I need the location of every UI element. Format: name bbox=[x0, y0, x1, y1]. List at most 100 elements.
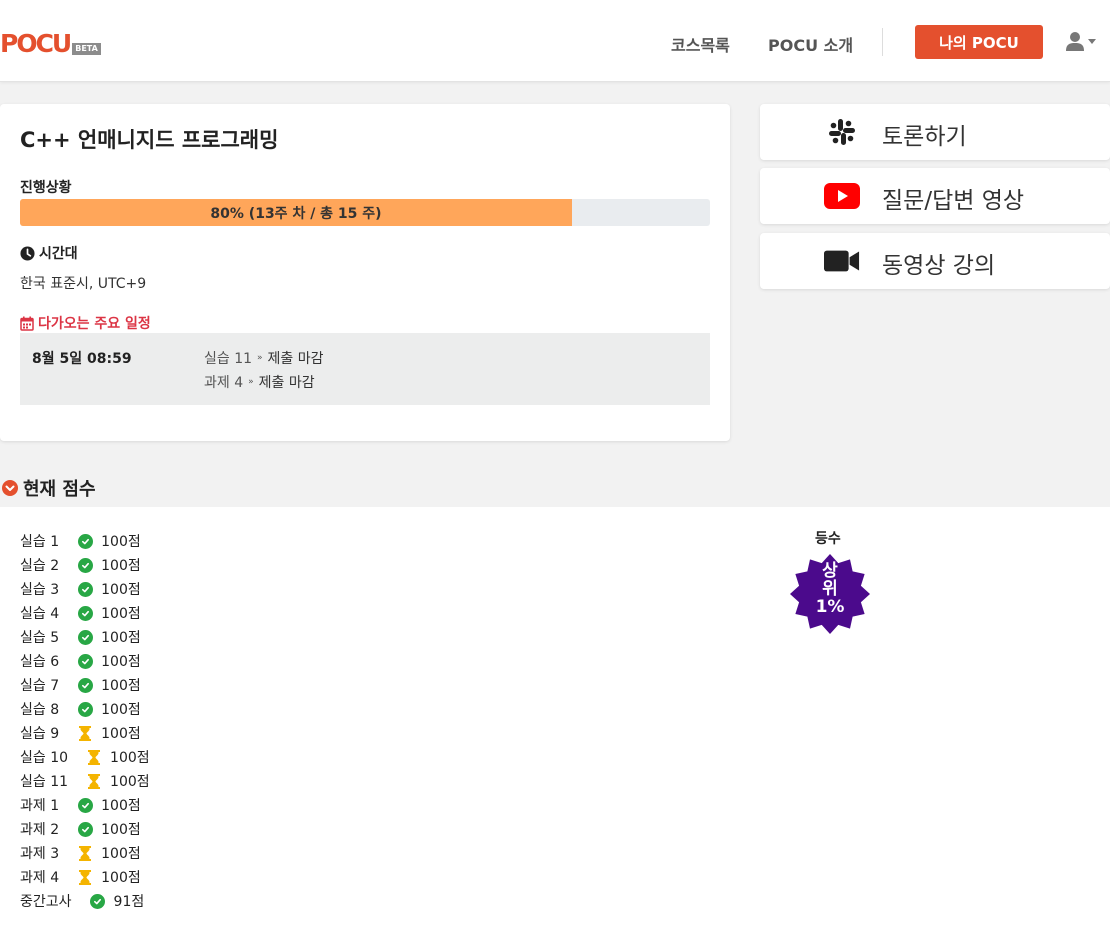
score-row: 중간고사 91점 bbox=[20, 889, 150, 913]
chevron-circle-down-icon bbox=[2, 480, 18, 496]
course-title: C++ 언매니지드 프로그래밍 bbox=[20, 128, 279, 152]
score-value: 100점 bbox=[101, 654, 141, 670]
check-circle-icon bbox=[77, 821, 93, 837]
rank-badge-text: 상 위 1% bbox=[789, 562, 871, 616]
score-item-name: 실습 11 bbox=[20, 774, 69, 790]
check-circle-icon bbox=[77, 533, 93, 549]
score-panel: 실습 1 100점 실습 2 100점 실습 3 100점 실습 4 100점 실습 5 100점… bbox=[0, 507, 1110, 931]
score-row: 실습 1 100점 bbox=[20, 529, 150, 553]
score-row: 실습 9 100점 bbox=[20, 721, 150, 745]
score-value: 100점 bbox=[101, 534, 141, 550]
user-icon bbox=[1066, 32, 1084, 51]
schedule-item-status: 제출 마감 bbox=[267, 351, 324, 367]
score-value: 100점 bbox=[101, 606, 141, 622]
youtube-icon bbox=[824, 180, 860, 212]
score-row: 실습 11 100점 bbox=[20, 769, 150, 793]
nav-about-pocu[interactable]: POCU 소개 bbox=[768, 32, 853, 56]
hourglass-icon bbox=[77, 725, 93, 741]
score-item-name: 실습 8 bbox=[20, 702, 60, 718]
score-section-toggle[interactable]: 현재 점수 bbox=[2, 475, 96, 501]
hourglass-icon bbox=[86, 773, 102, 789]
upcoming-label: 다가오는 주요 일정 bbox=[38, 316, 151, 332]
nav-course-list[interactable]: 코스목록 bbox=[671, 32, 730, 56]
schedule-item-status: 제출 마감 bbox=[258, 375, 315, 391]
score-item-name: 과제 4 bbox=[20, 870, 60, 886]
score-value: 100점 bbox=[101, 702, 141, 718]
hourglass-icon bbox=[77, 845, 93, 861]
score-item-name: 실습 6 bbox=[20, 654, 60, 670]
score-row: 과제 4 100점 bbox=[20, 865, 150, 889]
score-item-name: 실습 5 bbox=[20, 630, 60, 646]
score-value: 100점 bbox=[101, 726, 141, 742]
check-circle-icon bbox=[90, 893, 106, 909]
check-circle-icon bbox=[77, 605, 93, 621]
rank-label: 등수 bbox=[815, 531, 841, 547]
rank-badge-line: 상 bbox=[822, 561, 838, 581]
check-circle-icon bbox=[77, 797, 93, 813]
clock-icon bbox=[20, 245, 35, 261]
schedule-box: 8월 5일 08:59 실습 11 » 제출 마감 과제 4 » 제출 마감 bbox=[20, 333, 710, 405]
score-item-name: 실습 1 bbox=[20, 534, 60, 550]
schedule-item[interactable]: 실습 11 » 제출 마감 bbox=[204, 348, 324, 368]
score-list: 실습 1 100점 실습 2 100점 실습 3 100점 실습 4 100점 실습 5 100점… bbox=[20, 529, 150, 913]
double-chevron-down-icon: » bbox=[257, 353, 263, 363]
score-row: 실습 10 100점 bbox=[20, 745, 150, 769]
rank-badge-line: 1% bbox=[815, 597, 845, 617]
schedule-date: 8월 5일 08:59 bbox=[32, 351, 132, 367]
score-value: 100점 bbox=[101, 630, 141, 646]
timezone-value: 한국 표준시, UTC+9 bbox=[20, 276, 147, 292]
check-circle-icon bbox=[77, 557, 93, 573]
score-value: 100점 bbox=[101, 870, 141, 886]
score-row: 실습 2 100점 bbox=[20, 553, 150, 577]
timezone-heading: 시간대 bbox=[20, 243, 78, 263]
score-item-name: 실습 7 bbox=[20, 678, 60, 694]
pocu-logo[interactable]: POCU BETA bbox=[0, 27, 101, 57]
progress-bar-fill: 80% (13주 차 / 총 15 주) bbox=[20, 199, 572, 226]
check-circle-icon bbox=[77, 701, 93, 717]
top-navbar: POCU BETA 코스목록 POCU 소개 나의 POCU bbox=[0, 0, 1110, 82]
logo-text: POCU bbox=[0, 29, 72, 58]
score-row: 실습 8 100점 bbox=[20, 697, 150, 721]
score-row: 과제 3 100점 bbox=[20, 841, 150, 865]
score-item-name: 실습 2 bbox=[20, 558, 60, 574]
score-item-name: 실습 4 bbox=[20, 606, 60, 622]
video-lecture-button[interactable]: 동영상 강의 bbox=[760, 233, 1110, 289]
score-row: 실습 5 100점 bbox=[20, 625, 150, 649]
video-camera-icon bbox=[824, 245, 860, 277]
upcoming-heading: 다가오는 주요 일정 bbox=[20, 313, 151, 333]
score-section-title: 현재 점수 bbox=[23, 479, 96, 500]
score-row: 실습 6 100점 bbox=[20, 649, 150, 673]
score-item-name: 중간고사 bbox=[20, 894, 72, 910]
check-circle-icon bbox=[77, 581, 93, 597]
check-circle-icon bbox=[77, 677, 93, 693]
score-value: 100점 bbox=[101, 822, 141, 838]
score-item-name: 과제 1 bbox=[20, 798, 60, 814]
schedule-item-name: 실습 11 bbox=[204, 351, 253, 367]
score-item-name: 실습 9 bbox=[20, 726, 60, 742]
hourglass-icon bbox=[86, 749, 102, 765]
qna-video-button[interactable]: 질문/답변 영상 bbox=[760, 168, 1110, 224]
video-lecture-label: 동영상 강의 bbox=[882, 253, 996, 279]
score-item-name: 과제 2 bbox=[20, 822, 60, 838]
score-value: 100점 bbox=[101, 558, 141, 574]
score-row: 과제 2 100점 bbox=[20, 817, 150, 841]
rank-badge-line: 위 bbox=[822, 579, 838, 599]
beta-badge: BETA bbox=[72, 43, 101, 55]
discussion-button[interactable]: 토론하기 bbox=[760, 104, 1110, 160]
score-value: 100점 bbox=[101, 846, 141, 862]
user-menu-toggle[interactable] bbox=[1066, 31, 1096, 51]
score-item-name: 실습 3 bbox=[20, 582, 60, 598]
qna-video-label: 질문/답변 영상 bbox=[882, 188, 1025, 214]
schedule-item[interactable]: 과제 4 » 제출 마감 bbox=[204, 372, 315, 392]
score-value: 100점 bbox=[110, 750, 150, 766]
score-value: 100점 bbox=[101, 798, 141, 814]
score-row: 실습 7 100점 bbox=[20, 673, 150, 697]
score-item-name: 과제 3 bbox=[20, 846, 60, 862]
calendar-icon bbox=[20, 316, 34, 331]
score-row: 과제 1 100점 bbox=[20, 793, 150, 817]
progress-label: 진행상황 bbox=[20, 180, 72, 196]
score-row: 실습 4 100점 bbox=[20, 601, 150, 625]
chevron-down-icon bbox=[1088, 38, 1096, 44]
my-pocu-button[interactable]: 나의 POCU bbox=[915, 25, 1043, 59]
timezone-label: 시간대 bbox=[39, 246, 78, 262]
